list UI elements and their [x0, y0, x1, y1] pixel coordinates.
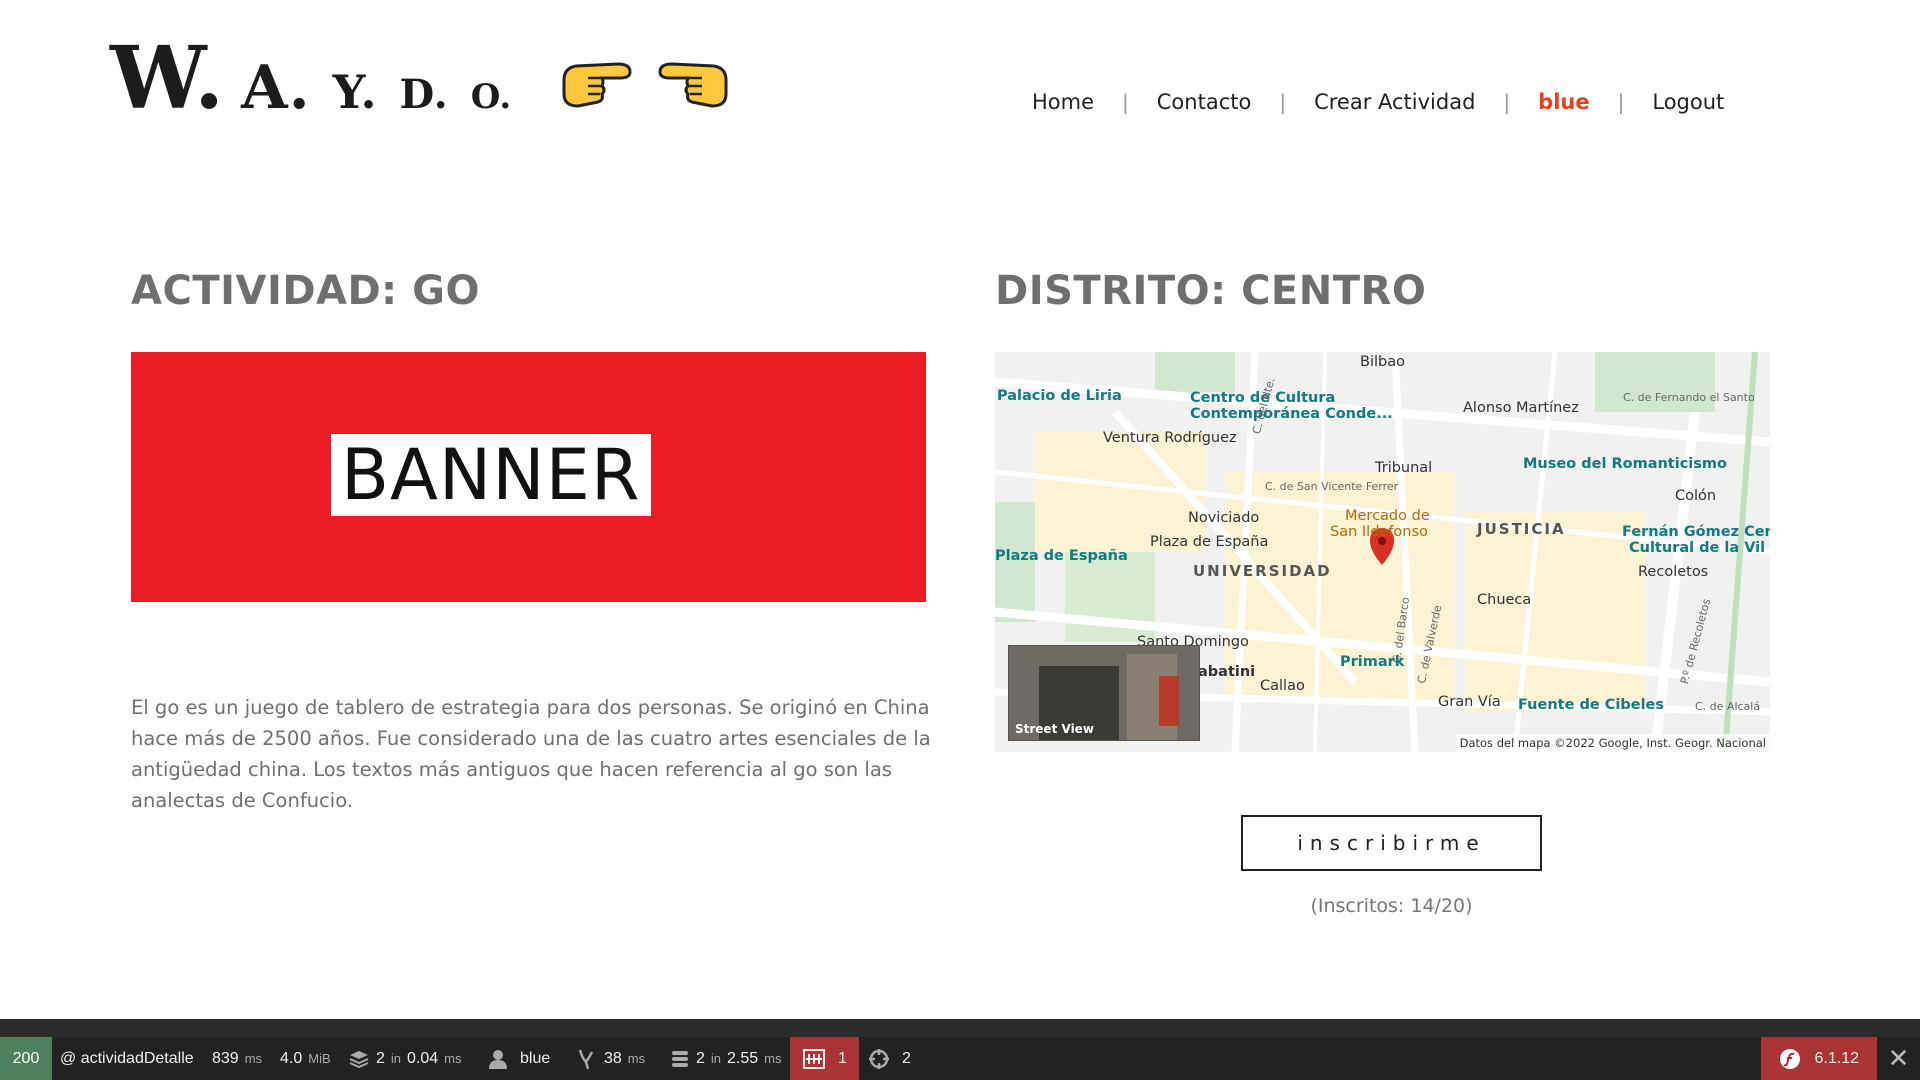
- security-icon: [803, 1048, 825, 1069]
- activity-description: El go es un juego de tablero de estrateg…: [131, 696, 931, 812]
- map-credit[interactable]: Datos del mapa ©2022 Google, Inst. Geogr…: [1455, 734, 1770, 752]
- twig-item[interactable]: 38 ms: [576, 1037, 645, 1080]
- nav-separator: |: [1617, 90, 1625, 114]
- street-view-photo-part: [1159, 676, 1179, 726]
- logo-letter-d: D.: [399, 71, 449, 118]
- errors-item[interactable]: 1: [790, 1037, 859, 1080]
- db-query-count: 2: [696, 1049, 705, 1067]
- nav-separator: |: [1279, 90, 1287, 114]
- district-map[interactable]: Bilbao Palacio de Liria Centro de Cultur…: [995, 352, 1770, 752]
- db-time: 2.55: [727, 1049, 759, 1067]
- map-label-bilbao: Bilbao: [1360, 354, 1405, 370]
- map-label-primark: Primark: [1340, 654, 1405, 670]
- map-label-alonso-martinez: Alonso Martínez: [1463, 400, 1579, 416]
- pointing-right-hand-icon: [562, 62, 632, 108]
- main-navigation: Home | Contacto | Crear Actividad | blue…: [1032, 90, 1724, 114]
- map-label-gran-via: Gran Vía: [1438, 694, 1501, 710]
- logo-letter-a: A.: [241, 53, 311, 123]
- forms-count: 2: [376, 1049, 385, 1067]
- symfony-version: 6.1.12: [1814, 1049, 1859, 1067]
- map-label-recoletos: Recoletos: [1638, 564, 1709, 580]
- nav-contacto-link[interactable]: Contacto: [1157, 90, 1252, 114]
- map-label-abatini: abatini: [1198, 664, 1256, 680]
- map-street-alcala: C. de Alcalá: [1695, 700, 1761, 713]
- twig-leaf-icon: [578, 1049, 594, 1069]
- map-label-ventura-rodriguez: Ventura Rodríguez: [1103, 430, 1237, 446]
- toolbar-username: blue: [520, 1049, 551, 1067]
- map-street-san-vicente: C. de San Vicente Ferrer: [1265, 480, 1399, 493]
- map-label-palacio-liria: Palacio de Liria: [997, 388, 1122, 404]
- logo-letter-o: O.: [470, 77, 513, 117]
- memory-item[interactable]: 4.0 MiB: [280, 1037, 331, 1080]
- banner-text: BANNER: [331, 434, 651, 516]
- map-street-fernando-santo: C. de Fernando el Santo: [1623, 391, 1755, 404]
- logo-hands: [558, 52, 732, 112]
- request-time-item[interactable]: 839 ms: [212, 1037, 262, 1080]
- status-code-badge[interactable]: 200: [0, 1037, 52, 1080]
- forms-item[interactable]: 2 in 0.04 ms: [348, 1037, 462, 1080]
- map-label-fernan-gomez: Fernán Gómez Cent: [1622, 524, 1770, 540]
- twig-time: 38: [604, 1049, 622, 1067]
- db-unit: ms: [764, 1051, 782, 1066]
- close-icon: ✕: [1887, 1043, 1910, 1073]
- memory-unit: MiB: [308, 1051, 331, 1066]
- map-label-tribunal: Tribunal: [1375, 460, 1433, 476]
- map-label-noviciado: Noviciado: [1188, 510, 1260, 526]
- nav-separator: |: [1122, 90, 1129, 114]
- nav-home-link[interactable]: Home: [1032, 90, 1094, 114]
- logo-letter-w: W.: [110, 28, 226, 129]
- request-time: 839: [212, 1049, 239, 1067]
- map-label-plaza-espana-metro: Plaza de España: [1150, 534, 1269, 550]
- nav-separator: |: [1503, 90, 1511, 114]
- map-label-mercado-2: San Ildefonso: [1330, 524, 1428, 540]
- map-label-museo-romanticismo: Museo del Romanticismo: [1523, 456, 1727, 472]
- close-toolbar-button[interactable]: ✕: [1877, 1037, 1920, 1080]
- street-view-thumbnail[interactable]: Street View: [1008, 645, 1200, 741]
- nav-user-profile-link[interactable]: blue: [1538, 90, 1589, 114]
- twig-unit: ms: [627, 1051, 646, 1066]
- map-label-callao: Callao: [1260, 678, 1305, 694]
- district-title: DISTRITO: CENTRO: [995, 268, 1427, 314]
- nav-logout-link[interactable]: Logout: [1652, 90, 1724, 114]
- user-item[interactable]: blue: [488, 1037, 550, 1080]
- map-label-universidad: UNIVERSIDAD: [1193, 562, 1332, 580]
- errors-count: 1: [838, 1049, 847, 1067]
- activity-banner-image: BANNER: [131, 352, 926, 602]
- map-label-fernan-gomez-2: Cultural de la Vil: [1629, 540, 1766, 556]
- map-label-centro-cultura-2: Contemporánea Conde...: [1190, 406, 1393, 422]
- pointing-left-hand-icon: [658, 62, 728, 108]
- map-label-colon: Colón: [1675, 488, 1717, 504]
- forms-time: 0.04: [407, 1049, 439, 1067]
- forms-in: in: [390, 1051, 402, 1066]
- activity-title: ACTIVIDAD: GO: [131, 268, 480, 314]
- request-time-unit: ms: [244, 1051, 263, 1066]
- memory-usage: 4.0: [280, 1049, 303, 1067]
- map-label-plaza-espana: Plaza de España: [995, 548, 1128, 564]
- database-item[interactable]: 2 in 2.55 ms: [670, 1037, 782, 1080]
- nav-crear-actividad-link[interactable]: Crear Actividad: [1314, 90, 1475, 114]
- street-view-label: Street View: [1015, 722, 1094, 736]
- layers-icon: [349, 1050, 369, 1068]
- map-label-fuente-cibeles: Fuente de Cibeles: [1518, 697, 1664, 713]
- user-icon: [489, 1049, 507, 1069]
- forms-unit: ms: [444, 1051, 462, 1066]
- map-label-mercado: Mercado de: [1345, 508, 1430, 524]
- map-label-justicia: JUSTICIA: [1477, 520, 1566, 538]
- translations-item[interactable]: 2: [868, 1037, 911, 1080]
- translations-count: 2: [902, 1049, 911, 1067]
- route-name: @ actividadDetalle: [60, 1049, 194, 1067]
- database-icon: [672, 1050, 688, 1067]
- debug-toolbar: 200 @ actividadDetalle 839 ms 4.0 MiB 2 …: [0, 1019, 1920, 1080]
- map-label-chueca: Chueca: [1477, 592, 1532, 608]
- enroll-button[interactable]: inscribirme: [1241, 815, 1542, 871]
- symfony-logo-icon: [1779, 1048, 1800, 1069]
- site-logo[interactable]: W. A. Y. D. O.: [110, 28, 513, 129]
- crosshair-icon: [869, 1048, 889, 1069]
- route-item[interactable]: @ actividadDetalle: [60, 1037, 194, 1080]
- symfony-version-item[interactable]: 6.1.12: [1760, 1037, 1877, 1080]
- logo-letter-y: Y.: [332, 65, 378, 119]
- enrolled-count: (Inscritos: 14/20): [1310, 895, 1473, 917]
- status-code: 200: [12, 1049, 40, 1067]
- db-in: in: [710, 1051, 722, 1066]
